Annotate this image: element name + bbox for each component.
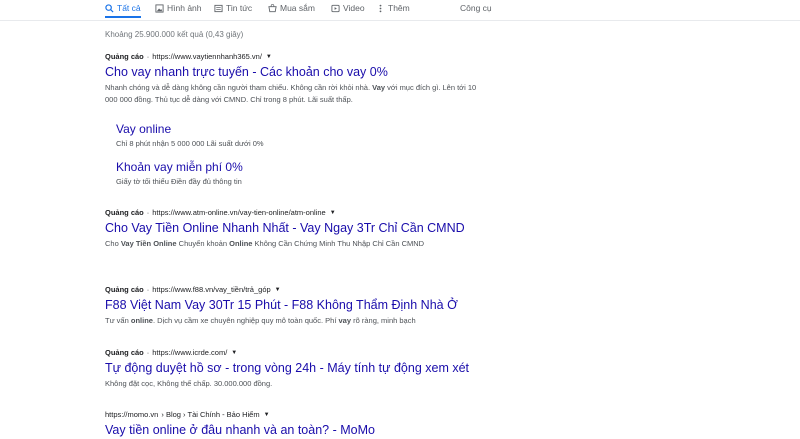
snippet-text: Tư vấn: [105, 316, 131, 325]
snippet-text: Không Cần Chứng Minh Thu Nhập Chỉ Cần CM…: [252, 239, 425, 248]
search-icon: [105, 3, 114, 13]
separator-dot: ·: [146, 208, 150, 217]
result-snippet: Nhanh chóng và dễ dàng không cần người t…: [105, 82, 480, 106]
more-icon: [376, 4, 385, 13]
tab-all-label: Tất cả: [117, 3, 141, 13]
snippet-text: Cho: [105, 239, 121, 248]
snippet-text: rõ ràng, minh bạch: [351, 316, 416, 325]
snippet-text: Nhanh chóng và dễ dàng không cần người t…: [105, 83, 373, 92]
result-stats: Khoảng 25.900.000 kết quả (0,43 giây): [105, 30, 244, 39]
ad-citation: Quảng cáo · https://www.atm-online.vn/va…: [105, 208, 470, 217]
sitelink-free-loan: Khoản vay miễn phí 0% Giấy tờ tối thiểu …: [116, 160, 243, 186]
ad-citation: Quảng cáo · https://www.icrde.com/ ▼: [105, 348, 480, 357]
shopping-icon: [268, 3, 277, 13]
result-snippet: Cho Vay Tiền Online Chuyển khoản Online …: [105, 238, 470, 250]
result-title-link[interactable]: Vay tiền online ở đâu nhanh và an toàn? …: [105, 423, 375, 437]
breadcrumb: › Blog › Tài Chính - Bảo Hiểm: [161, 410, 260, 419]
display-url: https://momo.vn: [105, 410, 159, 419]
sitelink-title[interactable]: Vay online: [116, 122, 264, 136]
result-title-link[interactable]: Cho Vay Tiền Online Nhanh Nhất - Vay Nga…: [105, 221, 470, 235]
ad-label: Quảng cáo: [105, 52, 144, 61]
separator-dot: ·: [146, 348, 150, 357]
sitelink-vay-online: Vay online Chỉ 8 phút nhận 5 000 000 Lãi…: [116, 122, 264, 148]
ad-result: Quảng cáo · https://www.vaytiennhanh365.…: [105, 52, 480, 106]
tab-shopping[interactable]: Mua sắm: [268, 3, 315, 13]
ad-result: Quảng cáo · https://www.icrde.com/ ▼ Tự …: [105, 348, 480, 390]
chevron-down-icon[interactable]: ▼: [330, 210, 336, 216]
separator-dot: ·: [146, 52, 150, 61]
tab-shopping-label: Mua sắm: [280, 3, 315, 13]
ad-result: Quảng cáo · https://www.atm-online.vn/va…: [105, 208, 470, 250]
tools-button[interactable]: Công cụ: [460, 3, 492, 13]
search-tabs: Tất cả Hình ảnh Tin tức Mua sắm Video Th…: [0, 0, 800, 21]
result-title-link[interactable]: F88 Việt Nam Vay 30Tr 15 Phút - F88 Khôn…: [105, 298, 480, 312]
result-title-link[interactable]: Cho vay nhanh trực tuyến - Các khoản cho…: [105, 65, 480, 79]
image-icon: [155, 3, 164, 13]
chevron-down-icon[interactable]: ▼: [266, 54, 272, 60]
snippet-bold: vay: [338, 316, 352, 325]
display-url: https://www.atm-online.vn/vay-tien-onlin…: [152, 208, 326, 217]
tab-more-label: Thêm: [388, 3, 410, 13]
tab-video-label: Video: [343, 3, 365, 13]
active-tab-indicator: [105, 16, 141, 18]
tab-images[interactable]: Hình ảnh: [155, 3, 202, 13]
ad-citation: Quảng cáo · https://www.f88.vn/vay_tiền/…: [105, 285, 480, 294]
snippet-bold: online: [130, 316, 153, 325]
result-citation: https://momo.vn › Blog › Tài Chính - Bảo…: [105, 410, 375, 419]
ad-label: Quảng cáo: [105, 348, 144, 357]
display-url: https://www.icrde.com/: [152, 348, 228, 357]
chevron-down-icon[interactable]: ▼: [231, 350, 237, 356]
tab-all[interactable]: Tất cả: [105, 3, 141, 18]
ad-label: Quảng cáo: [105, 285, 144, 294]
result-snippet: Không đặt cọc, Không thế chấp. 30.000.00…: [105, 378, 480, 390]
tab-more[interactable]: Thêm: [376, 3, 410, 13]
ad-label: Quảng cáo: [105, 208, 144, 217]
snippet-bold: Vay: [372, 83, 386, 92]
tab-news[interactable]: Tin tức: [214, 3, 252, 13]
separator-dot: ·: [146, 285, 150, 294]
sitelink-desc: Chỉ 8 phút nhận 5 000 000 Lãi suất dưới …: [116, 139, 264, 148]
result-snippet: Tư vấn online. Dịch vụ cầm xe chuyên ngh…: [105, 315, 480, 327]
news-icon: [214, 4, 223, 13]
snippet-text: Chuyển khoản: [176, 239, 230, 248]
display-url: https://www.vaytiennhanh365.vn/: [152, 52, 262, 61]
chevron-down-icon[interactable]: ▼: [275, 287, 281, 293]
snippet-bold: Vay Tiền Online: [120, 239, 177, 248]
ad-citation: Quảng cáo · https://www.vaytiennhanh365.…: [105, 52, 480, 61]
sitelink-desc: Giấy tờ tối thiểu Điền đầy đủ thông tin: [116, 177, 242, 186]
display-url: https://www.f88.vn/vay_tiền/trả_góp: [152, 285, 271, 294]
tab-video[interactable]: Video: [331, 3, 365, 13]
ad-result: Quảng cáo · https://www.f88.vn/vay_tiền/…: [105, 285, 480, 327]
tab-images-label: Hình ảnh: [167, 3, 202, 13]
snippet-text: . Dịch vụ cầm xe chuyên nghiệp quy mô to…: [152, 316, 339, 325]
snippet-text: Không đặt cọc, Không thế chấp. 30.000.00…: [105, 379, 273, 388]
result-title-link[interactable]: Tự động duyệt hồ sơ - trong vòng 24h - M…: [105, 361, 480, 375]
chevron-down-icon[interactable]: ▼: [264, 412, 270, 418]
snippet-bold: Online: [229, 239, 253, 248]
tab-news-label: Tin tức: [226, 3, 253, 13]
video-icon: [331, 4, 340, 13]
organic-result: https://momo.vn › Blog › Tài Chính - Bảo…: [105, 410, 375, 437]
sitelink-title[interactable]: Khoản vay miễn phí 0%: [116, 160, 243, 174]
